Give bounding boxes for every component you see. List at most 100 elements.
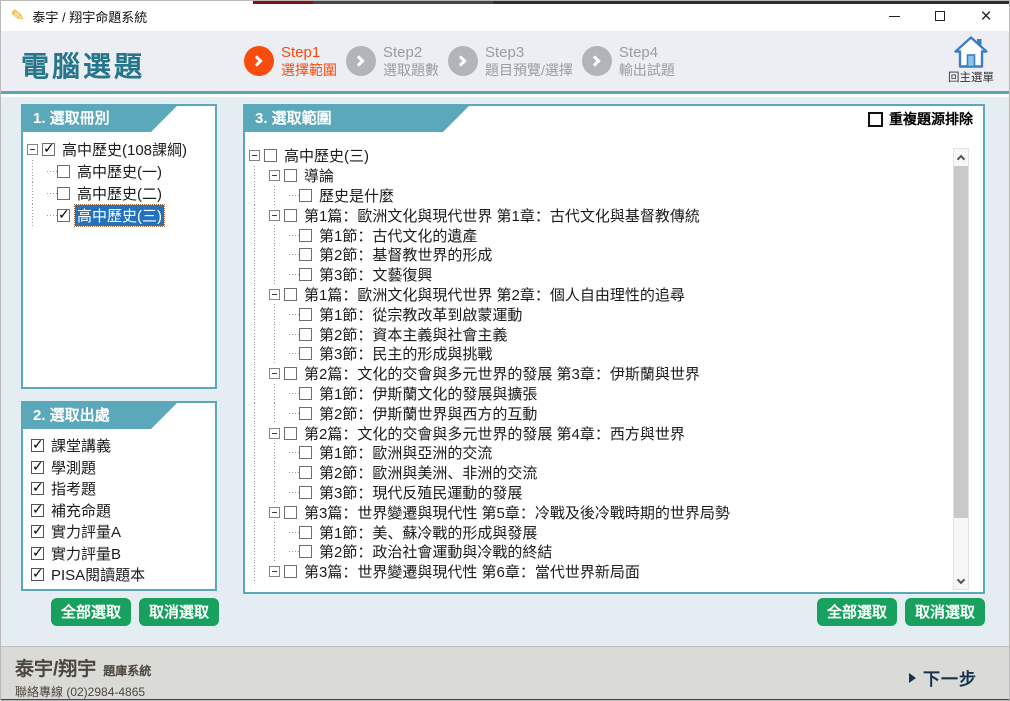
scope-tree-checkbox[interactable]	[284, 565, 297, 579]
scope-tree-checkbox[interactable]	[299, 446, 312, 460]
volume-tree-item[interactable]: 高中歷史(108課綱)	[27, 138, 213, 160]
scroll-thumb[interactable]	[954, 166, 968, 518]
scope-tree-item[interactable]: 第3節：文藝復興	[249, 264, 981, 285]
source-checkbox[interactable]	[31, 479, 44, 496]
scope-tree-item[interactable]: 第2節：政治社會運動與冷戰的終結	[249, 541, 981, 562]
collapse-expander-icon[interactable]	[269, 566, 280, 578]
scope-tree-item[interactable]: 第2節：歐洲與美洲、非洲的交流	[249, 462, 981, 483]
scope-tree-item[interactable]: 第1節：伊斯蘭文化的發展與擴張	[249, 383, 981, 404]
source-item[interactable]: 課堂講義	[31, 435, 215, 457]
deselect-all-scope-button[interactable]: 取消選取	[904, 598, 985, 626]
scope-tree-item[interactable]: 第3節：現代反殖民運動的發展	[249, 482, 981, 503]
scope-tree-checkbox[interactable]	[284, 208, 297, 222]
source-checkbox[interactable]	[31, 501, 44, 518]
source-checkbox[interactable]	[31, 565, 44, 582]
collapse-expander-icon[interactable]	[27, 143, 38, 155]
scope-tree-checkbox[interactable]	[299, 327, 312, 341]
dedupe-checkbox[interactable]	[868, 111, 883, 127]
step-step4[interactable]: Step4 輸出試題	[581, 44, 675, 79]
source-checkbox[interactable]	[31, 458, 44, 475]
source-item[interactable]: 實力評量A	[31, 521, 215, 543]
scope-tree-checkbox[interactable]	[284, 287, 297, 301]
scope-tree-checkbox[interactable]	[299, 466, 312, 480]
collapse-expander-icon[interactable]	[269, 368, 280, 380]
scope-tree-checkbox[interactable]	[284, 505, 297, 519]
scope-tree-item[interactable]: 第2篇：文化的交會與多元世界的發展 第3章：伊斯蘭與世界	[249, 363, 981, 384]
step-caption: 題目預覽/選擇	[485, 61, 573, 78]
step-text: Step3 題目預覽/選擇	[485, 44, 573, 79]
scope-tree-checkbox[interactable]	[299, 485, 312, 499]
scope-tree-checkbox[interactable]	[299, 268, 312, 282]
scope-tree-checkbox[interactable]	[264, 149, 277, 163]
scope-tree-item[interactable]: 第1節：從宗教改革到啟蒙運動	[249, 304, 981, 325]
tree-guide-line	[269, 522, 289, 542]
scope-tree-item[interactable]: 第3節：民主的形成與挑戰	[249, 343, 981, 364]
volume-tree-checkbox[interactable]	[57, 186, 70, 200]
scope-tree-checkbox[interactable]	[299, 188, 312, 202]
volume-tree-checkbox[interactable]	[57, 206, 70, 223]
minimize-icon	[888, 15, 900, 17]
source-item[interactable]: 補充命題	[31, 500, 215, 522]
collapse-expander-icon[interactable]	[269, 288, 280, 300]
step-step3[interactable]: Step3 題目預覽/選擇	[448, 44, 573, 79]
scope-scrollbar[interactable]	[953, 148, 969, 590]
scope-tree-item[interactable]: 第2節：伊斯蘭世界與西方的互動	[249, 403, 981, 424]
scope-tree-item[interactable]: 導論	[249, 165, 981, 186]
footer-brand-sub: 題庫系統	[103, 664, 152, 678]
scope-tree-item[interactable]: 第1節：古代文化的遺產	[249, 225, 981, 245]
scope-tree-item[interactable]: 第1篇：歐洲文化與現代世界 第1章：古代文化與基督教傳統	[249, 205, 981, 226]
scope-tree-item[interactable]: 第2節：基督教世界的形成	[249, 244, 981, 265]
maximize-button[interactable]	[917, 1, 963, 31]
volume-tree-item[interactable]: 高中歷史(三)	[27, 203, 213, 227]
step-text: Step2 選取題數	[383, 44, 439, 79]
next-step-button[interactable]: 下一步	[909, 665, 977, 690]
scope-tree-checkbox[interactable]	[299, 406, 312, 420]
volume-tree-checkbox[interactable]	[42, 140, 55, 157]
source-item[interactable]: 指考題	[31, 478, 215, 500]
collapse-expander-icon[interactable]	[269, 506, 280, 518]
select-all-scope-button[interactable]: 全部選取	[816, 598, 897, 626]
collapse-expander-icon[interactable]	[269, 209, 280, 221]
scope-tree-item[interactable]: 高中歷史(三)	[249, 146, 981, 166]
scope-tree-item[interactable]: 第3篇：世界變遷與現代性 第5章：冷戰及後冷戰時期的世界局勢	[249, 502, 981, 523]
scope-tree-checkbox[interactable]	[284, 367, 297, 381]
step-step2[interactable]: Step2 選取題數	[346, 44, 439, 79]
scope-tree-checkbox[interactable]	[299, 307, 312, 321]
scope-tree-checkbox[interactable]	[284, 169, 297, 183]
scope-tree-checkbox[interactable]	[299, 525, 312, 539]
home-button[interactable]: 回主選單	[941, 36, 1001, 85]
select-all-sources-button[interactable]: 全部選取	[50, 598, 131, 626]
source-checkbox[interactable]	[31, 436, 44, 453]
scope-tree-label: 第3節：現代反殖民運動的發展	[319, 484, 523, 502]
volume-tree-item[interactable]: 高中歷史(一)	[27, 160, 213, 182]
source-item[interactable]: PISA閱讀題本	[31, 564, 215, 586]
collapse-expander-icon[interactable]	[249, 150, 260, 162]
scroll-down-arrow-icon[interactable]	[954, 573, 968, 589]
scope-tree-checkbox[interactable]	[299, 545, 312, 559]
scope-tree-item[interactable]: 第2節：資本主義與社會主義	[249, 324, 981, 344]
deselect-all-sources-button[interactable]: 取消選取	[138, 598, 219, 626]
scope-tree-checkbox[interactable]	[299, 347, 312, 361]
source-item[interactable]: 實力評量B	[31, 543, 215, 565]
scroll-up-arrow-icon[interactable]	[954, 149, 968, 165]
source-checkbox[interactable]	[31, 544, 44, 561]
scope-tree-item[interactable]: 第1篇：歐洲文化與現代世界 第2章：個人自由理性的追尋	[249, 284, 981, 305]
collapse-expander-icon[interactable]	[269, 427, 280, 439]
scope-tree-checkbox[interactable]	[299, 248, 312, 262]
scope-tree-checkbox[interactable]	[299, 386, 312, 400]
scope-tree-item[interactable]: 歷史是什麼	[249, 185, 981, 206]
minimize-button[interactable]	[871, 1, 917, 31]
collapse-expander-icon[interactable]	[269, 170, 280, 182]
scope-tree-item[interactable]: 第1節：美、蘇冷戰的形成與發展	[249, 522, 981, 542]
scope-tree-item[interactable]: 第3篇：世界變遷與現代性 第6章：當代世界新局面	[249, 561, 981, 582]
source-checkbox[interactable]	[31, 522, 44, 539]
scope-tree-checkbox[interactable]	[299, 228, 312, 242]
step-step1[interactable]: Step1 選擇範圍	[244, 44, 337, 79]
scope-tree-item[interactable]: 第2篇：文化的交會與多元世界的發展 第4章：西方與世界	[249, 423, 981, 443]
volume-tree-item[interactable]: 高中歷史(二)	[27, 182, 213, 204]
scope-tree-checkbox[interactable]	[284, 426, 297, 440]
source-item[interactable]: 學測題	[31, 457, 215, 479]
scope-tree-item[interactable]: 第1節：歐洲與亞洲的交流	[249, 442, 981, 463]
close-button[interactable]: ×	[963, 1, 1009, 31]
volume-tree-checkbox[interactable]	[57, 164, 70, 178]
